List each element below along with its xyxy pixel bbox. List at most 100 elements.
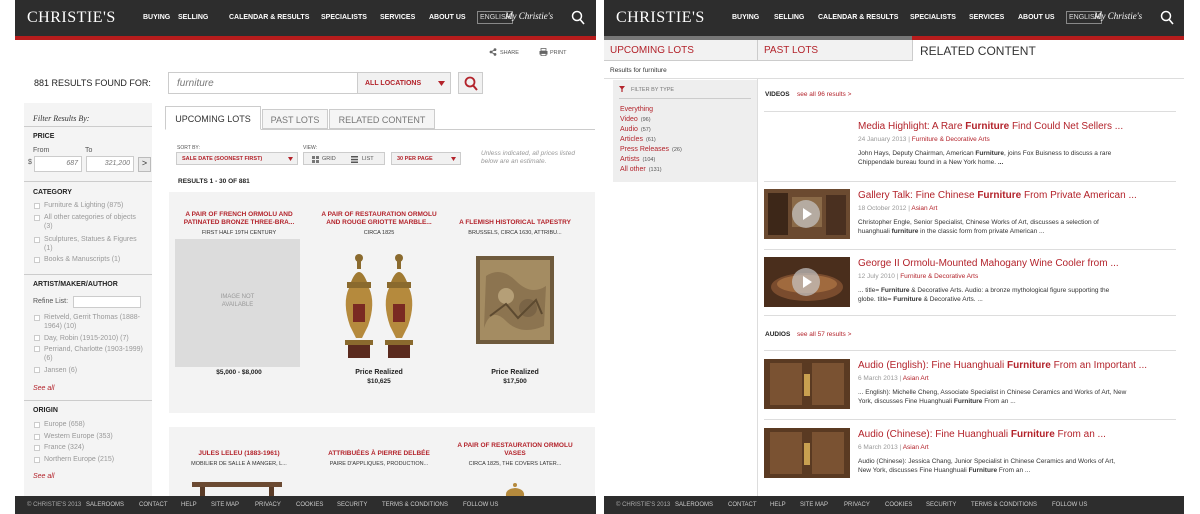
lot-image-tapestry[interactable] (476, 256, 554, 344)
artist-see-all[interactable]: See all (33, 385, 54, 392)
search-icon[interactable] (1160, 10, 1174, 26)
media-category-link[interactable]: Asian Art (911, 205, 937, 212)
nav-selling[interactable]: SELLING (178, 14, 208, 21)
tab-past-lots[interactable]: PAST LOTS (262, 109, 328, 129)
lot-card[interactable]: ATTRIBUÉES À PIERRE DELBÉE PAIRE D'APPLI… (314, 428, 444, 496)
artist-item[interactable]: Jansen (6) (44, 366, 77, 375)
type-filter-item[interactable]: Everything (620, 105, 656, 115)
nav-calendar-results[interactable]: CALENDAR & RESULTS (229, 14, 309, 21)
nav-specialists[interactable]: SPECIALISTS (321, 14, 367, 21)
print-link[interactable]: PRINT (550, 50, 567, 56)
nav-buying[interactable]: BUYING (732, 14, 759, 21)
nav-about-us[interactable]: ABOUT US (429, 14, 466, 21)
location-select[interactable]: ALL LOCATIONS (357, 72, 451, 94)
media-category-link[interactable]: Furniture & Decorative Arts (900, 273, 978, 280)
lot-card[interactable]: A PAIR OF FRENCH ORMOLU AND PATINATED BR… (174, 198, 304, 398)
category-item[interactable]: Sculptures, Statues & Figures (1) (44, 235, 144, 253)
tab-upcoming-lots[interactable]: UPCOMING LOTS (604, 40, 757, 61)
footer-link-cookies[interactable]: COOKIES (296, 502, 323, 508)
search-input[interactable]: furniture (168, 72, 360, 94)
media-thumbnail[interactable] (764, 359, 850, 409)
lot-title[interactable]: A PAIR OF RESTAURATION ORMOLU VASES (450, 442, 580, 458)
my-christies-link[interactable]: My Christie's (1094, 11, 1142, 21)
category-checkbox[interactable] (34, 257, 40, 263)
media-title[interactable]: Media Highlight: A Rare Furniture Find C… (858, 121, 1123, 132)
lot-card[interactable]: JULES LELEU (1883-1961) MOBILIER DE SALL… (174, 428, 304, 496)
artist-item[interactable]: Perriand, Charlotte (1903-1999) (6) (44, 345, 144, 363)
media-title[interactable]: George II Ormolu-Mounted Mahogany Wine C… (858, 258, 1119, 269)
lot-title[interactable]: JULES LELEU (1883-1961) (174, 450, 304, 458)
media-thumbnail[interactable] (764, 428, 850, 478)
media-category-link[interactable]: Asian Art (903, 375, 929, 382)
videos-see-all[interactable]: see all 96 results > (797, 91, 851, 98)
audios-see-all[interactable]: see all 57 results > (797, 331, 851, 338)
origin-see-all[interactable]: See all (33, 473, 54, 480)
category-item[interactable]: All other categories of objects (3) (44, 213, 144, 231)
share-icon[interactable] (489, 48, 497, 56)
sort-select[interactable]: SALE DATE (SOONEST FIRST) (176, 152, 298, 165)
artist-checkbox[interactable] (34, 346, 40, 352)
type-filter-item[interactable]: Artists (104) (620, 155, 655, 165)
media-category-link[interactable]: Furniture & Decorative Arts (912, 136, 990, 143)
footer-link-salerooms[interactable]: SALEROOMS (675, 502, 713, 508)
lot-title[interactable]: A PAIR OF FRENCH ORMOLU AND PATINATED BR… (174, 211, 304, 227)
type-filter-item[interactable]: Articles (61) (620, 135, 656, 145)
category-item[interactable]: Furniture & Lighting (875) (44, 201, 123, 210)
search-button[interactable] (458, 72, 483, 94)
artist-checkbox[interactable] (34, 367, 40, 373)
origin-checkbox[interactable] (34, 422, 40, 428)
price-go-button[interactable]: > (138, 157, 151, 172)
price-to-input[interactable]: 321,200 (86, 156, 134, 172)
footer-link-help[interactable]: HELP (770, 502, 786, 508)
footer-link-cookies[interactable]: COOKIES (885, 502, 912, 508)
share-link[interactable]: SHARE (500, 50, 519, 56)
footer-link-help[interactable]: HELP (181, 502, 197, 508)
lot-title[interactable]: A PAIR OF RESTAURATION ORMOLU AND ROUGE … (314, 211, 444, 227)
tab-past-lots[interactable]: PAST LOTS (757, 40, 912, 61)
type-filter-item[interactable]: Video (96) (620, 115, 651, 125)
nav-selling[interactable]: SELLING (774, 14, 804, 21)
lot-title[interactable]: ATTRIBUÉES À PIERRE DELBÉE (314, 450, 444, 458)
price-from-input[interactable]: 687 (34, 156, 82, 172)
per-page-select[interactable]: 30 PER PAGE (391, 152, 461, 165)
play-icon[interactable] (792, 268, 820, 296)
christies-logo[interactable]: CHRISTIE'S (27, 9, 116, 27)
search-icon[interactable] (571, 10, 585, 26)
artist-item[interactable]: Rietveld, Gerrit Thomas (1888-1964) (10) (44, 313, 144, 331)
category-item[interactable]: Books & Manuscripts (1) (44, 255, 120, 264)
lot-image-urns[interactable] (336, 248, 422, 360)
grid-view-button[interactable]: GRID (322, 156, 336, 162)
footer-link-contact[interactable]: CONTACT (728, 502, 757, 508)
footer-link-contact[interactable]: CONTACT (139, 502, 168, 508)
origin-checkbox[interactable] (34, 457, 40, 463)
media-thumbnail[interactable] (764, 189, 850, 239)
nav-calendar-results[interactable]: CALENDAR & RESULTS (818, 14, 898, 21)
type-filter-item[interactable]: Press Releases (26) (620, 145, 682, 155)
nav-about-us[interactable]: ABOUT US (1018, 14, 1055, 21)
print-icon[interactable] (539, 48, 548, 56)
artist-checkbox[interactable] (34, 335, 40, 341)
footer-link-follow-us[interactable]: FOLLOW US (463, 502, 498, 508)
origin-item[interactable]: Europe (658) (44, 420, 85, 429)
category-checkbox[interactable] (34, 237, 40, 243)
tab-related-content[interactable]: RELATED CONTENT (329, 109, 435, 129)
refine-list-input[interactable] (73, 296, 141, 308)
footer-link-security[interactable]: SECURITY (337, 502, 367, 508)
footer-link-salerooms[interactable]: SALEROOMS (86, 502, 124, 508)
media-title[interactable]: Gallery Talk: Fine Chinese Furniture Fro… (858, 190, 1137, 201)
origin-item[interactable]: France (324) (44, 443, 84, 452)
lot-image-vase[interactable] (500, 482, 530, 496)
media-thumbnail[interactable] (764, 120, 850, 170)
nav-services[interactable]: SERVICES (969, 14, 1004, 21)
footer-link-site-map[interactable]: SITE MAP (211, 502, 239, 508)
media-category-link[interactable]: Asian Art (903, 444, 929, 451)
nav-buying[interactable]: BUYING (143, 14, 170, 21)
christies-logo[interactable]: CHRISTIE'S (616, 9, 705, 27)
footer-link-security[interactable]: SECURITY (926, 502, 956, 508)
type-filter-item[interactable]: All other (131) (620, 165, 662, 175)
media-title[interactable]: Audio (Chinese): Fine Huanghuali Furnitu… (858, 429, 1106, 440)
list-view-button[interactable]: LIST (362, 156, 374, 162)
footer-link-site-map[interactable]: SITE MAP (800, 502, 828, 508)
my-christies-link[interactable]: My Christie's (505, 11, 553, 21)
tab-upcoming-lots[interactable]: UPCOMING LOTS (165, 106, 261, 130)
